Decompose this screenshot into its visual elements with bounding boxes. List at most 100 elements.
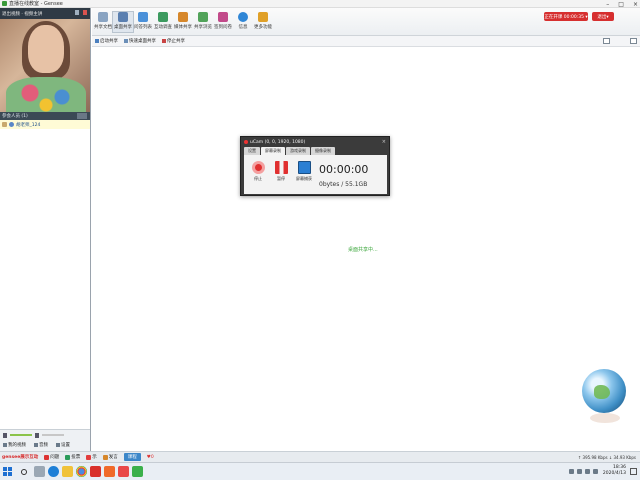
ucam-stop-button[interactable]: 停止 [250, 161, 266, 182]
class-status-button[interactable]: 正在开课 00:00:35 ▾ [544, 12, 588, 21]
ucam-logo-icon [244, 140, 248, 144]
question-button[interactable]: 问题 [44, 454, 59, 460]
stop-share-icon [162, 38, 166, 43]
video-header-label[interactable]: 退出视频 · 视频主讲 [2, 11, 42, 17]
tool-qa-list[interactable]: 问答列表 [132, 12, 154, 30]
notification-icon[interactable] [630, 468, 637, 475]
ucam-close-button[interactable]: × [382, 139, 386, 145]
ucam-tab-settings[interactable]: 设置 [244, 147, 260, 155]
ucam-pause-button[interactable]: 暂停 [273, 161, 289, 182]
start-share-button[interactable]: 启动共享 [95, 38, 118, 44]
file-explorer-icon[interactable] [62, 466, 73, 477]
presenter-face [28, 25, 64, 73]
edge-browser-icon[interactable] [48, 466, 59, 477]
fullscreen-icon[interactable] [630, 38, 637, 44]
ucam-screen-capture-button[interactable]: 屏幕捕获 [296, 161, 312, 182]
volume-icon[interactable] [585, 469, 590, 474]
maximize-button[interactable]: □ [618, 1, 624, 8]
vote-label: 投票 [71, 455, 81, 460]
quick-share-label: 快速桌面共享 [129, 39, 156, 44]
participant-row[interactable]: 胡老师_124 [0, 120, 90, 129]
hint-button[interactable]: 示 [86, 454, 97, 460]
window-controls: – □ × [606, 0, 638, 8]
tool-media-share[interactable]: 媒体共享 [172, 12, 194, 30]
tool-label: 桌面共享 [114, 25, 132, 30]
clock[interactable]: 18:36 2020/4/13 [603, 465, 626, 477]
speaker-icon[interactable] [35, 432, 39, 438]
network-speed: ↑ 395.98 Kbps ↓ 34.93 Kbps [577, 454, 636, 460]
media-app-icon[interactable] [104, 466, 115, 477]
windows-taskbar: 18:36 2020/4/13 [0, 462, 640, 480]
search-icon[interactable] [21, 469, 27, 475]
question-icon [44, 454, 50, 460]
wps-app-icon[interactable] [118, 466, 129, 477]
media-controls: 我的视频 音频 设置 [0, 429, 90, 451]
chrome-icon[interactable] [76, 466, 87, 477]
qa-list-icon [138, 12, 148, 22]
more-features-icon [258, 12, 268, 22]
like-heart-icon[interactable]: ♥0 [147, 455, 154, 460]
tool-survey[interactable]: 互动调查 [152, 12, 174, 30]
gensee-app-icon[interactable] [132, 466, 143, 477]
ucam-timer: 00:00:00 [319, 163, 369, 176]
pause-icon [274, 161, 288, 174]
globe-logo-icon [582, 369, 626, 413]
video-popout-icon[interactable] [83, 10, 87, 15]
tool-label: 共享文档 [94, 25, 112, 30]
app-window: 直播在线教室 - Gensee – □ × 退出视频 · 视频主讲 参会人员 (… [0, 0, 640, 480]
my-video-button[interactable]: 我的视频 [3, 442, 26, 448]
ucam-body: 停止 暂停 屏幕捕获 00:00:00 0bytes / 55.1GB [244, 155, 387, 194]
ucam-tab-camera-record[interactable]: 摄像录制 [311, 147, 335, 155]
like-count: 0 [150, 454, 154, 460]
speak-button[interactable]: 发言 [102, 454, 118, 460]
network-icon[interactable] [577, 469, 582, 474]
info-icon [238, 12, 248, 22]
hint-icon [86, 454, 92, 460]
course-tab[interactable]: 课程 [123, 453, 141, 461]
presenter-shirt [6, 77, 86, 112]
vote-button[interactable]: 投票 [65, 454, 80, 460]
ucam-tab-screen-record[interactable]: 屏幕录制 [261, 147, 285, 155]
video-settings-icon[interactable] [75, 10, 79, 15]
fit-view-icon[interactable] [603, 38, 610, 44]
tool-label: 更多功能 [254, 25, 272, 30]
monitor-icon [297, 161, 311, 174]
stop-share-button[interactable]: 停止共享 [162, 38, 185, 44]
ime-icon[interactable] [593, 469, 598, 474]
share-canvas: 桌面共享中... [92, 47, 640, 451]
audio-button[interactable]: 音频 [34, 442, 48, 448]
participants-options-icon[interactable] [77, 113, 87, 119]
bottom-status-bar: gensee展示互动 问题 投票 示 发言 课程 ♥0 ↑ 395.98 Kbp… [0, 451, 640, 462]
tool-shared-document[interactable]: 共享文档 [92, 12, 114, 30]
ucam-file-size: 0bytes / 55.1GB [319, 181, 368, 188]
speaker-volume-slider[interactable] [42, 434, 64, 436]
ucam-tabs: 设置 屏幕录制 游戏录制 摄像录制 [241, 147, 389, 155]
tray-up-icon[interactable] [569, 469, 574, 474]
tool-label: 共享浏览 [194, 25, 212, 30]
tool-info[interactable]: 信息 [232, 12, 254, 30]
audio-icon [34, 442, 38, 447]
windows-start-icon[interactable] [3, 467, 12, 476]
minimize-button[interactable]: – [606, 1, 609, 8]
task-view-icon[interactable] [34, 466, 45, 477]
mic-volume-slider[interactable] [10, 434, 32, 436]
pdf-app-icon[interactable] [90, 466, 101, 477]
settings-button[interactable]: 设置 [56, 442, 70, 448]
start-share-icon [95, 38, 99, 43]
logout-button[interactable]: 退出▾ [592, 12, 614, 21]
stop-share-label: 停止共享 [167, 39, 185, 44]
tool-more-features[interactable]: 更多功能 [252, 12, 274, 30]
close-button[interactable]: × [633, 1, 638, 8]
tool-web-share[interactable]: 共享浏览 [192, 12, 214, 30]
quick-desktop-share-button[interactable]: 快速桌面共享 [124, 38, 156, 44]
sharing-status-text: 桌面共享中... [348, 247, 378, 253]
tool-signin[interactable]: 签到问卷 [212, 12, 234, 30]
tool-label: 媒体共享 [174, 25, 192, 30]
ucam-tab-game-record[interactable]: 游戏录制 [286, 147, 310, 155]
participants-count-label: 参会人员 (1) [2, 114, 28, 119]
tool-label: 签到问卷 [214, 25, 232, 30]
ucam-recorder-dialog: uCam (0, 0, 1920, 1080) × 设置 屏幕录制 游戏录制 摄… [240, 136, 390, 196]
tool-desktop-share[interactable]: 桌面共享 [112, 11, 134, 33]
gensee-brand: gensee展示互动 [2, 455, 39, 460]
mic-icon[interactable] [3, 432, 7, 438]
